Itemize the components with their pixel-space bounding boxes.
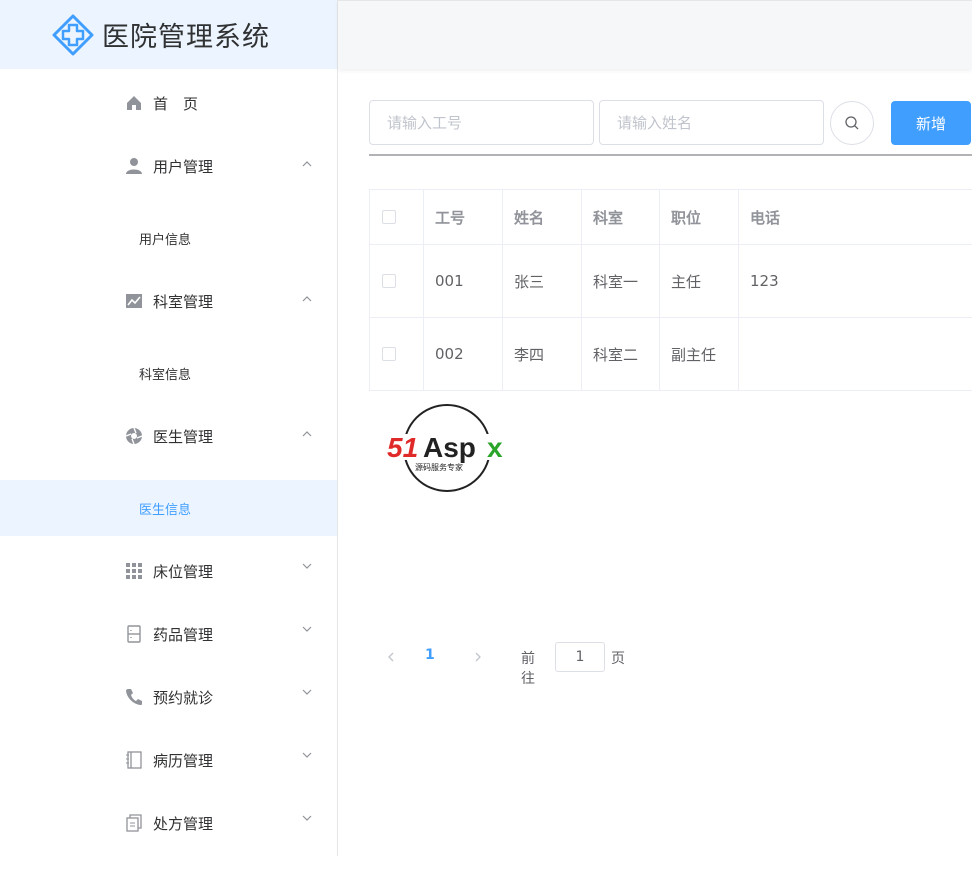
menu-item-home[interactable]: 首 页 [0, 75, 337, 131]
sidebar: 医院管理系统 首 页 用户管理 用户信息 科室管理 科室信息 医生管理 医生信息… [0, 0, 338, 856]
search-icon [845, 116, 859, 130]
add-button[interactable]: 新增 [891, 101, 971, 145]
row-checkbox[interactable] [382, 347, 396, 361]
column-header[interactable]: 科室 [582, 190, 660, 244]
aperture-icon [125, 427, 143, 445]
row-select-cell [370, 245, 424, 317]
menu-item-user-management[interactable]: 用户管理 [0, 138, 337, 194]
menu-item-medicine-management[interactable]: 药品管理 [0, 606, 337, 662]
table-cell: 002 [424, 318, 503, 390]
phone-icon [125, 688, 143, 706]
table-row[interactable]: 001 张三 科室一 主任 123 [370, 245, 972, 318]
doctor-table: 工号 姓名 科室 职位 电话 001 张三 科室一 主任 123 002 李四 … [369, 189, 972, 391]
menu-label: 药品管理 [153, 625, 214, 644]
chevron-right-icon [475, 652, 481, 662]
table-cell: 李四 [503, 318, 582, 390]
next-page-button[interactable] [468, 647, 488, 667]
svg-text:源码服务专家: 源码服务专家 [415, 462, 463, 472]
table-cell: 科室一 [582, 245, 660, 317]
top-header [338, 0, 972, 69]
submenu-item-user-info[interactable]: 用户信息 [0, 210, 337, 266]
svg-text:51: 51 [387, 432, 418, 463]
submenu-item-doctor-info[interactable]: 医生信息 [0, 480, 337, 536]
51aspx-watermark-logo: 51 Asp x 源码服务专家 [385, 404, 515, 492]
menu-label: 床位管理 [153, 562, 214, 581]
search-button[interactable] [830, 101, 874, 145]
menu-item-appointment[interactable]: 预约就诊 [0, 669, 337, 725]
table-cell: 123 [750, 272, 779, 290]
chevron-up-icon [302, 296, 312, 302]
grid-icon [125, 562, 143, 580]
chevron-down-icon [302, 626, 312, 632]
user-icon [125, 157, 143, 175]
menu-item-department-management[interactable]: 科室管理 [0, 273, 337, 329]
chevron-down-icon [302, 752, 312, 758]
chevron-down-icon [302, 563, 312, 569]
submenu-label: 医生信息 [139, 502, 192, 518]
svg-text:Asp: Asp [423, 432, 476, 463]
cabinet-icon [125, 625, 143, 643]
chevron-down-icon [302, 689, 312, 695]
menu-label: 医生管理 [153, 427, 214, 446]
chevron-up-icon [302, 161, 312, 167]
brand-title: 医院管理系统 [102, 22, 270, 53]
menu-label: 首 页 [153, 94, 199, 113]
submenu-item-department-info[interactable]: 科室信息 [0, 345, 337, 401]
table-cell: 主任 [660, 245, 739, 317]
goto-label: 前往 [521, 651, 535, 687]
menu-label: 病历管理 [153, 751, 214, 770]
table-cell [739, 318, 972, 390]
hospital-cross-logo-icon [52, 14, 94, 55]
menu-label: 预约就诊 [153, 688, 214, 707]
column-header[interactable]: 职位 [660, 190, 739, 244]
table-cell: 张三 [503, 245, 582, 317]
table-cell: 副主任 [660, 318, 739, 390]
menu-item-doctor-management[interactable]: 医生管理 [0, 408, 337, 464]
column-header[interactable]: 工号 [424, 190, 503, 244]
chart-icon [125, 292, 143, 310]
name-search-input[interactable] [599, 100, 824, 145]
home-icon [125, 94, 143, 112]
column-header[interactable]: 姓名 [503, 190, 582, 244]
menu-label: 处方管理 [153, 814, 214, 833]
menu-label: 科室管理 [153, 292, 214, 311]
table-row[interactable]: 002 李四 科室二 副主任 [370, 318, 972, 391]
menu-item-bed-management[interactable]: 床位管理 [0, 543, 337, 599]
svg-text:x: x [487, 432, 503, 463]
submenu-label: 科室信息 [139, 367, 192, 383]
submenu-label: 用户信息 [139, 232, 192, 248]
chevron-down-icon [302, 815, 312, 821]
column-header[interactable]: 电话 [739, 190, 972, 244]
row-select-cell [370, 318, 424, 390]
prev-page-button[interactable] [381, 647, 401, 667]
menu-label: 用户管理 [153, 157, 214, 176]
page-unit-label: 页 [611, 651, 625, 667]
table-cell: 科室二 [582, 318, 660, 390]
menu-item-medical-record[interactable]: 病历管理 [0, 732, 337, 788]
divider [369, 154, 972, 156]
page-number-current[interactable]: 1 [425, 647, 435, 663]
menu-item-prescription[interactable]: 处方管理 [0, 795, 337, 851]
chevron-up-icon [302, 431, 312, 437]
chevron-left-icon [388, 652, 394, 662]
select-all-checkbox[interactable] [382, 210, 396, 224]
row-checkbox[interactable] [382, 274, 396, 288]
brand: 医院管理系统 [0, 0, 337, 69]
select-all-cell [370, 190, 424, 244]
table-cell: 001 [424, 245, 503, 317]
employee-id-search-input[interactable] [369, 100, 594, 145]
table-header-row: 工号 姓名 科室 职位 电话 [370, 190, 972, 245]
notebook-icon [125, 751, 143, 769]
document-icon [125, 814, 143, 832]
goto-page-input[interactable] [555, 642, 605, 672]
